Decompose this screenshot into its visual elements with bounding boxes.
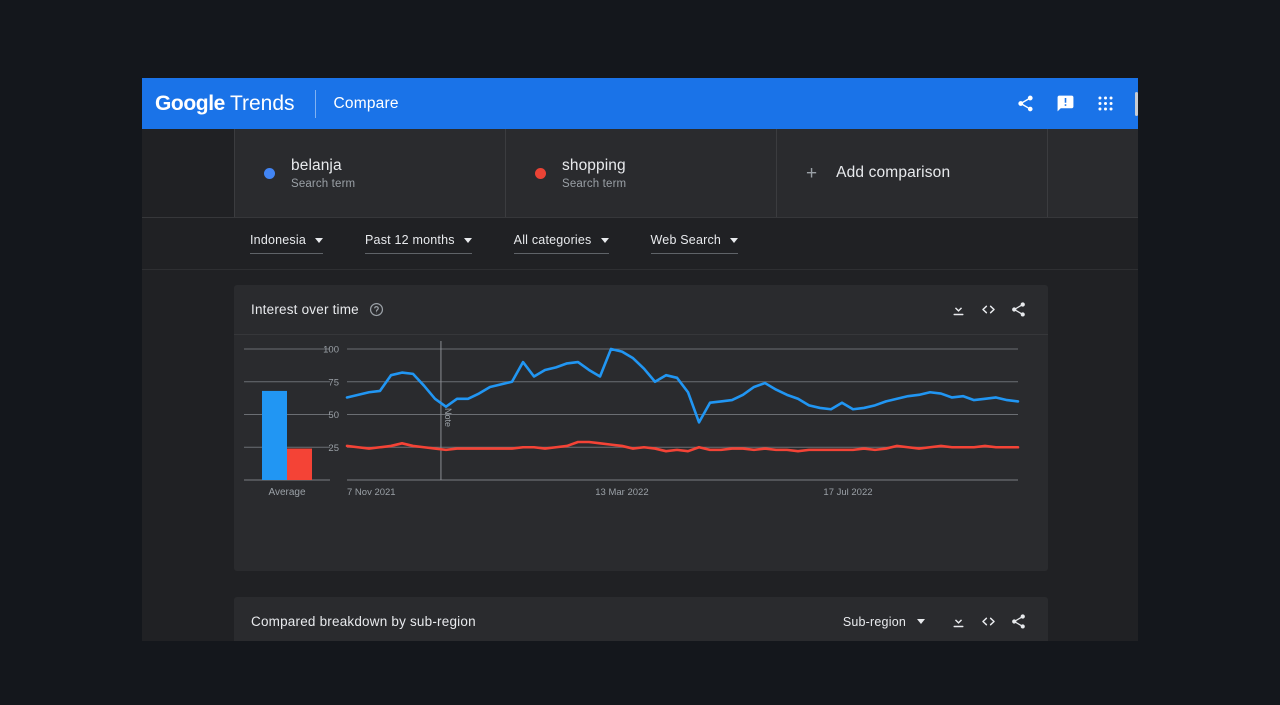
download-icon[interactable] bbox=[945, 609, 971, 635]
svg-text:17 Jul 2022: 17 Jul 2022 bbox=[823, 487, 872, 498]
search-terms-row: belanja Search term shopping Search term… bbox=[142, 129, 1138, 218]
google-trends-logo[interactable]: Google Trends bbox=[155, 92, 295, 116]
terms-left-gutter bbox=[142, 129, 235, 217]
filter-search-type-label: Web Search bbox=[650, 233, 722, 247]
search-term-1[interactable]: shopping Search term bbox=[506, 129, 777, 217]
avatar[interactable] bbox=[1135, 91, 1138, 116]
download-icon[interactable] bbox=[945, 297, 971, 323]
interest-card-title: Interest over time bbox=[251, 302, 359, 317]
apps-grid-icon[interactable] bbox=[1085, 84, 1125, 124]
embed-icon[interactable] bbox=[975, 297, 1001, 323]
terms-row-tail bbox=[1048, 129, 1138, 217]
page-title: Compare bbox=[333, 94, 399, 112]
term-color-dot bbox=[264, 167, 275, 179]
app-header: Google Trends Compare bbox=[142, 78, 1138, 129]
filter-location[interactable]: Indonesia bbox=[250, 233, 324, 254]
term-name: belanja bbox=[291, 157, 342, 174]
svg-text:Note: Note bbox=[443, 408, 453, 427]
subregion-selector-label: Sub-region bbox=[842, 614, 906, 629]
subregion-card-title: Compared breakdown by sub-region bbox=[251, 614, 476, 629]
share-icon[interactable] bbox=[1005, 297, 1031, 323]
plus-icon: + bbox=[806, 162, 818, 184]
term-subtitle: Search term bbox=[562, 178, 627, 190]
interest-chart-svg: Average 25 50 75 100 Note 7 Nov 2021 13 Mar 202… bbox=[244, 341, 1020, 498]
filter-bar: Indonesia Past 12 months All categories … bbox=[142, 218, 1138, 270]
svg-text:13 Mar 2022: 13 Mar 2022 bbox=[595, 487, 648, 498]
embed-icon[interactable] bbox=[975, 609, 1001, 635]
svg-text:50: 50 bbox=[328, 410, 339, 421]
header-divider bbox=[314, 89, 316, 118]
search-term-0[interactable]: belanja Search term bbox=[235, 129, 506, 217]
help-icon[interactable] bbox=[369, 302, 384, 317]
svg-text:100: 100 bbox=[323, 345, 339, 356]
svg-text:75: 75 bbox=[328, 377, 339, 388]
filter-search-type[interactable]: Web Search bbox=[650, 233, 739, 254]
feedback-icon[interactable] bbox=[1045, 84, 1085, 124]
svg-text:7 Nov 2021: 7 Nov 2021 bbox=[347, 487, 396, 498]
filter-time-range-label: Past 12 months bbox=[365, 233, 455, 247]
logo-trends-text: Trends bbox=[229, 91, 295, 115]
subregion-selector[interactable]: Sub-region bbox=[843, 615, 925, 629]
chevron-down-icon bbox=[600, 237, 609, 243]
share-icon[interactable] bbox=[1005, 84, 1045, 124]
subregion-card-header: Compared breakdown by sub-region Sub-reg… bbox=[234, 597, 1048, 641]
chevron-down-icon bbox=[917, 619, 925, 624]
filter-category-label: All categories bbox=[513, 233, 592, 247]
filter-category[interactable]: All categories bbox=[513, 233, 609, 254]
subregion-card: Compared breakdown by sub-region Sub-reg… bbox=[234, 597, 1048, 641]
add-comparison-button[interactable]: + Add comparison bbox=[777, 129, 1048, 217]
share-icon[interactable] bbox=[1005, 609, 1031, 635]
filter-location-label: Indonesia bbox=[250, 233, 307, 247]
header-actions bbox=[1005, 78, 1138, 129]
interest-card-header: Interest over time bbox=[234, 285, 1048, 335]
term-color-dot bbox=[535, 167, 546, 179]
chevron-down-icon bbox=[315, 237, 324, 243]
add-comparison-label: Add comparison bbox=[836, 164, 951, 181]
google-trends-window: Google Trends Compare belanja Search ter… bbox=[142, 78, 1138, 641]
interest-over-time-card: Interest over time Average 25 50 75 100 … bbox=[234, 285, 1048, 571]
svg-text:25: 25 bbox=[328, 443, 339, 454]
svg-text:Average: Average bbox=[268, 487, 306, 498]
term-name: shopping bbox=[562, 157, 626, 174]
interest-chart[interactable]: Average 25 50 75 100 Note 7 Nov 2021 13 Mar 202… bbox=[234, 335, 1048, 571]
term-subtitle: Search term bbox=[291, 178, 356, 190]
filter-time-range[interactable]: Past 12 months bbox=[365, 233, 472, 254]
chevron-down-icon bbox=[730, 237, 739, 243]
chevron-down-icon bbox=[463, 237, 472, 243]
logo-google-text: Google bbox=[155, 91, 225, 115]
main-content: Interest over time Average 25 50 75 100 … bbox=[142, 270, 1138, 641]
